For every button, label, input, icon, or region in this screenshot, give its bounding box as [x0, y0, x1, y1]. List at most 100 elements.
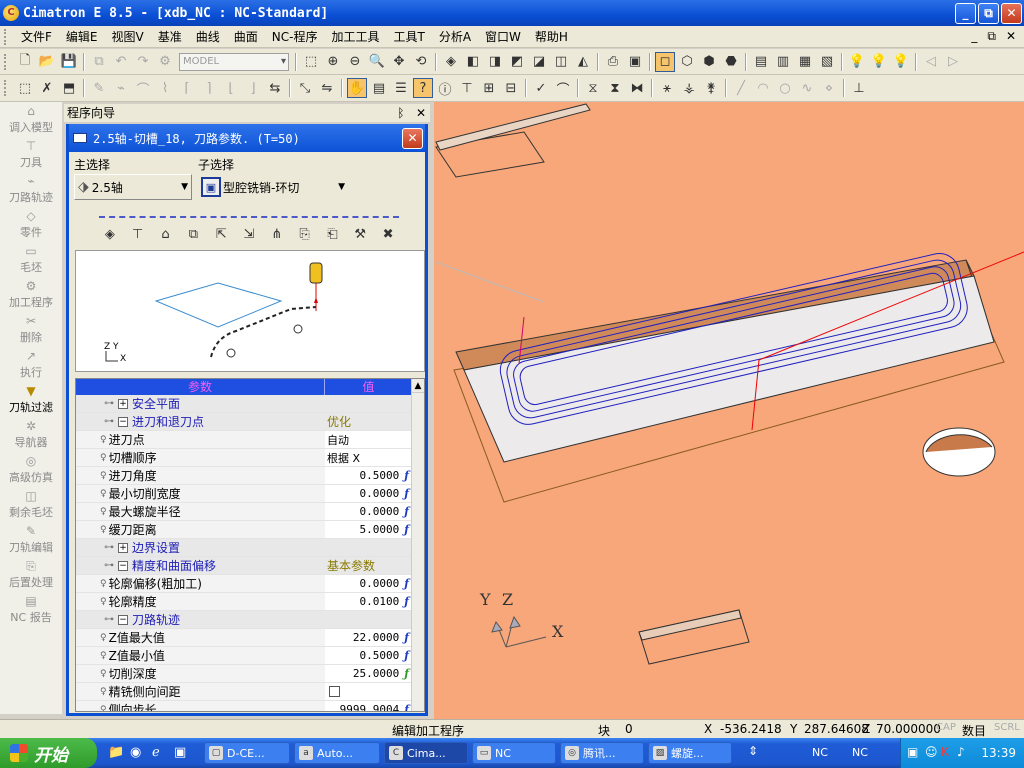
param-checkbox[interactable]: [329, 686, 340, 697]
param-pin-icon[interactable]: ♀: [100, 633, 107, 643]
param-row[interactable]: ♀ 进刀点 自动: [76, 431, 424, 449]
view-iso-icon[interactable]: ◈: [441, 52, 461, 72]
minimize-button[interactable]: _: [955, 2, 976, 24]
sidebar-item-post-process[interactable]: ⎘ 后置处理: [0, 557, 62, 592]
view-front-icon[interactable]: ◧: [463, 52, 483, 72]
check-icon[interactable]: ✓: [531, 78, 551, 98]
sidebar-item-delete[interactable]: ✂ 删除: [0, 312, 62, 347]
restore-button[interactable]: ⧉: [978, 2, 999, 24]
surface-3-icon[interactable]: ⧓: [627, 78, 647, 98]
group-settings-icon[interactable]: ⊶: [104, 560, 114, 571]
arrow-right-icon[interactable]: ▷: [943, 52, 963, 72]
tree-icon[interactable]: ⋔: [267, 224, 287, 244]
param-pin-icon[interactable]: ♀: [100, 435, 107, 445]
view-bottom-icon[interactable]: ◭: [573, 52, 593, 72]
param-pin-icon[interactable]: ♀: [100, 687, 107, 697]
tools-icon[interactable]: ⚒: [350, 224, 370, 244]
param-pin-icon[interactable]: ♀: [100, 525, 107, 535]
quicklaunch-folder-icon[interactable]: 📁: [108, 745, 124, 760]
save-params-icon[interactable]: ⎘: [295, 224, 315, 244]
feature-3-icon[interactable]: ⌇: [155, 78, 175, 98]
formula-icon[interactable]: ƒ: [404, 649, 409, 662]
feature-2-icon[interactable]: ⌒: [133, 78, 153, 98]
sidebar-item-load-model[interactable]: ⌂ 调入模型: [0, 102, 62, 137]
wizard-close-icon[interactable]: ✕: [416, 106, 426, 120]
open-folder-icon[interactable]: 📂: [37, 52, 57, 72]
expand-icon[interactable]: +: [118, 398, 128, 409]
zoom-in-icon[interactable]: ⊕: [323, 52, 343, 72]
zoom-window-icon[interactable]: ⬚: [301, 52, 321, 72]
scroll-up-icon[interactable]: ▲: [412, 379, 424, 393]
param-value-cell[interactable]: 根据 X: [325, 449, 413, 466]
mdi-minimize-button[interactable]: _: [971, 29, 977, 44]
surface-1-icon[interactable]: ⧖: [583, 78, 603, 98]
value-column-header[interactable]: 值: [325, 379, 413, 395]
menu-view[interactable]: 视图V: [105, 26, 151, 47]
sidebar-item-toolpath[interactable]: ⌁ 刀路轨迹: [0, 172, 62, 207]
line-icon[interactable]: ╱: [731, 78, 751, 98]
select-icon[interactable]: ⬚: [15, 78, 35, 98]
feature-5-icon[interactable]: ⌉: [199, 78, 219, 98]
sub-select-dropdown[interactable]: ▣ 型腔铣销-环切 ▼: [198, 174, 348, 200]
param-row[interactable]: ♀ Z值最大值 22.0000 ƒ: [76, 629, 424, 647]
quicklaunch-desktop-icon[interactable]: ▣: [174, 745, 186, 760]
curve-icon[interactable]: ⌒: [553, 78, 573, 98]
task-autocad[interactable]: a Auto...: [294, 742, 380, 764]
main-select-dropdown[interactable]: ⬗ 2.5轴 ▼: [74, 174, 192, 200]
redo-icon[interactable]: ↷: [133, 52, 153, 72]
close-params-icon[interactable]: ✖: [378, 224, 398, 244]
group-settings-icon[interactable]: ⊶: [104, 542, 114, 553]
parameter-scrollbar[interactable]: ▲: [411, 379, 424, 711]
param-value-cell[interactable]: 5.0000 ƒ: [325, 521, 413, 538]
load-params-icon[interactable]: ⎗: [323, 224, 343, 244]
param-row[interactable]: ♀ 轮廓精度 0.0100 ƒ: [76, 593, 424, 611]
tool-select-icon[interactable]: ⊤: [128, 224, 148, 244]
view-top-icon[interactable]: ◨: [485, 52, 505, 72]
param-row[interactable]: ♀ 最小切削宽度 0.0000 ƒ: [76, 485, 424, 503]
collapse-icon[interactable]: −: [118, 614, 128, 625]
menu-window[interactable]: 窗口W: [478, 26, 528, 47]
quicklaunch-ie-icon[interactable]: ℯ: [152, 745, 160, 760]
param-value-cell[interactable]: 25.0000 ƒ: [325, 665, 413, 682]
close-button[interactable]: ✕: [1001, 2, 1022, 24]
axis-3-icon[interactable]: ⚵: [701, 78, 721, 98]
nc-list-icon[interactable]: ☰: [391, 78, 411, 98]
pin-icon[interactable]: ᛒ: [397, 106, 404, 120]
param-value-cell[interactable]: [325, 395, 413, 412]
formula-icon[interactable]: ƒ: [404, 667, 409, 680]
set-icon[interactable]: ▥: [773, 52, 793, 72]
model-view[interactable]: Y Z X: [434, 102, 1024, 719]
group-settings-icon[interactable]: ⊶: [104, 614, 114, 625]
sidebar-item-tool[interactable]: ⊤ 刀具: [0, 137, 62, 172]
collapse-icon[interactable]: −: [118, 560, 128, 571]
surface-2-icon[interactable]: ⧗: [605, 78, 625, 98]
mdi-close-button[interactable]: ✕: [1006, 29, 1016, 44]
collapse-icon[interactable]: −: [118, 416, 128, 427]
param-pin-icon[interactable]: ♀: [100, 507, 107, 517]
param-pin-icon[interactable]: ♀: [100, 651, 107, 661]
pick-icon[interactable]: ✗: [37, 78, 57, 98]
param-pin-icon[interactable]: ♀: [100, 669, 107, 679]
feature-4-icon[interactable]: ⌈: [177, 78, 197, 98]
move-icon[interactable]: ⇆: [265, 78, 285, 98]
sidebar-item-simulation[interactable]: ◎ 高级仿真: [0, 452, 62, 487]
formula-icon[interactable]: ƒ: [404, 577, 409, 590]
toolbar-grip[interactable]: [4, 53, 10, 70]
zoom-all-icon[interactable]: ⊖: [345, 52, 365, 72]
sidebar-item-stock[interactable]: ▭ 毛坯: [0, 242, 62, 277]
param-value-cell[interactable]: 0.5000 ƒ: [325, 647, 413, 664]
menu-edit[interactable]: 编辑E: [59, 26, 105, 47]
taskbar-expand-icon[interactable]: ⇕: [748, 744, 758, 758]
task-spiral[interactable]: ▨ 螺旋...: [648, 742, 732, 764]
feature-7-icon[interactable]: ⌋: [243, 78, 263, 98]
screen-capture-icon[interactable]: ⎙: [603, 52, 623, 72]
group-icon[interactable]: ▦: [795, 52, 815, 72]
motion-icon[interactable]: ⧉: [183, 224, 203, 244]
arc-icon[interactable]: ◠: [753, 78, 773, 98]
param-row[interactable]: ♀ 最大螺旋半径 0.0000 ƒ: [76, 503, 424, 521]
formula-icon[interactable]: ƒ: [404, 469, 409, 482]
zoom-icon[interactable]: 🔍: [367, 52, 387, 72]
param-value-cell[interactable]: [325, 683, 413, 700]
feature-6-icon[interactable]: ⌊: [221, 78, 241, 98]
tray-nc-label-1[interactable]: NC: [812, 746, 828, 759]
